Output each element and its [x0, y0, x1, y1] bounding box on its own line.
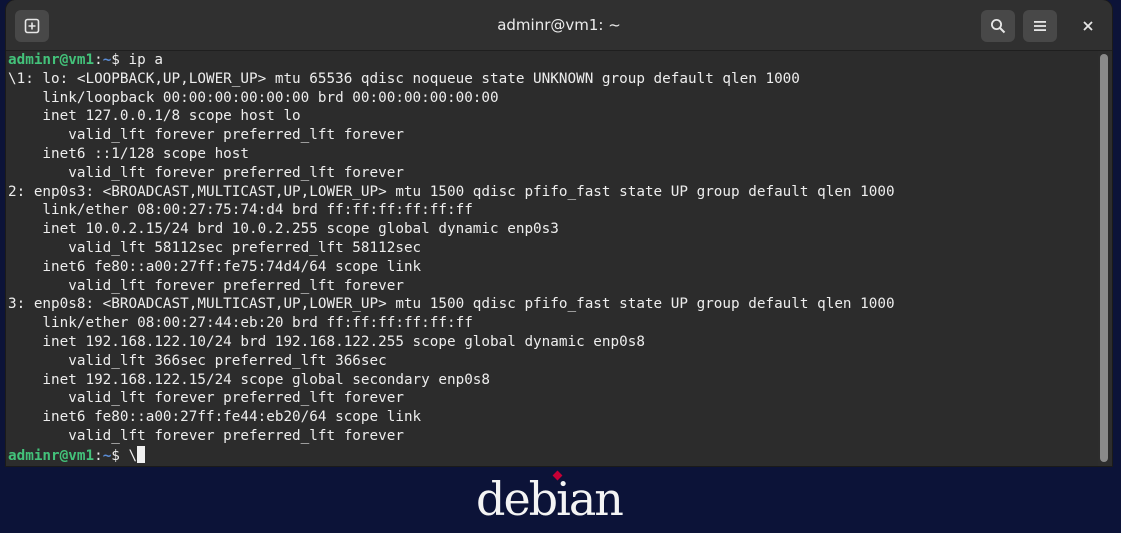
output-line: valid_lft 58112sec preferred_lft 58112se…: [8, 239, 422, 256]
command-output: \1: lo: <LOOPBACK,UP,LOWER_UP> mtu 65536…: [8, 70, 1098, 446]
output-line: \1: lo: <LOOPBACK,UP,LOWER_UP> mtu 65536…: [8, 70, 800, 87]
output-line: inet 127.0.0.1/8 scope host lo: [8, 108, 301, 125]
output-line: link/ether 08:00:27:75:74:d4 brd ff:ff:f…: [8, 202, 473, 219]
terminal-window[interactable]: adminr@vm1: ~ adminr@vm1:~$ ip a \1: lo:…: [6, 0, 1112, 466]
output-line: inet 192.168.122.10/24 brd 192.168.122.2…: [8, 333, 645, 350]
debian-logo: debian: [476, 472, 624, 526]
output-line: valid_lft forever preferred_lft forever: [8, 127, 404, 144]
hamburger-menu-icon: [1034, 21, 1046, 31]
menu-button[interactable]: [1023, 10, 1057, 42]
output-line: 2: enp0s3: <BROADCAST,MULTICAST,UP,LOWER…: [8, 183, 895, 200]
output-line: inet 192.168.122.15/24 scope global seco…: [8, 371, 491, 388]
prompt-path: ~: [102, 447, 112, 464]
output-line: valid_lft 366sec preferred_lft 366sec: [8, 352, 387, 369]
window-title: adminr@vm1: ~: [497, 16, 621, 34]
search-icon: [991, 19, 1006, 34]
prompt-symbol: $: [111, 447, 120, 464]
output-line: inet6 fe80::a00:27ff:fe44:eb20/64 scope …: [8, 409, 422, 426]
prompt-colon: :: [94, 447, 103, 464]
output-line: link/ether 08:00:27:44:eb:20 brd ff:ff:f…: [8, 315, 473, 332]
close-button[interactable]: [1071, 10, 1105, 42]
output-line: valid_lft forever preferred_lft forever: [8, 277, 404, 294]
output-line: inet 10.0.2.15/24 brd 10.0.2.255 scope g…: [8, 221, 559, 238]
prompt-colon: :: [94, 52, 103, 68]
header-bar[interactable]: adminr@vm1: ~: [6, 0, 1112, 51]
desktop: adminr@vm1: ~ adminr@vm1:~$ ip a \1: lo:…: [0, 0, 1121, 533]
command-text: ip a: [119, 52, 163, 68]
output-line: inet6 fe80::a00:27ff:fe75:74d4/64 scope …: [8, 258, 422, 275]
output-line: valid_lft forever preferred_lft forever: [8, 164, 404, 181]
output-line: valid_lft forever preferred_lft forever: [8, 427, 404, 444]
output-line: 3: enp0s8: <BROADCAST,MULTICAST,UP,LOWER…: [8, 296, 895, 313]
terminal-area[interactable]: adminr@vm1:~$ ip a \1: lo: <LOOPBACK,UP,…: [6, 51, 1098, 466]
pending-input: \: [119, 447, 138, 464]
prompt-symbol: $: [111, 52, 120, 68]
search-button[interactable]: [981, 10, 1015, 42]
output-line: valid_lft forever preferred_lft forever: [8, 390, 404, 407]
output-line: inet6 ::1/128 scope host: [8, 145, 250, 162]
output-line: link/loopback 00:00:00:00:00:00 brd 00:0…: [8, 89, 499, 106]
prompt-path: ~: [102, 52, 112, 68]
active-prompt-line[interactable]: adminr@vm1:~$ \: [8, 445, 1098, 465]
command-line: adminr@vm1:~$ ip a: [8, 51, 1098, 70]
prompt-user-host: adminr@vm1: [8, 447, 95, 464]
close-icon: [1083, 21, 1093, 31]
scrollbar-thumb[interactable]: [1100, 54, 1108, 462]
prompt-user-host: adminr@vm1: [8, 52, 95, 68]
scrollbar[interactable]: [1100, 54, 1108, 462]
text-cursor: [137, 445, 146, 463]
